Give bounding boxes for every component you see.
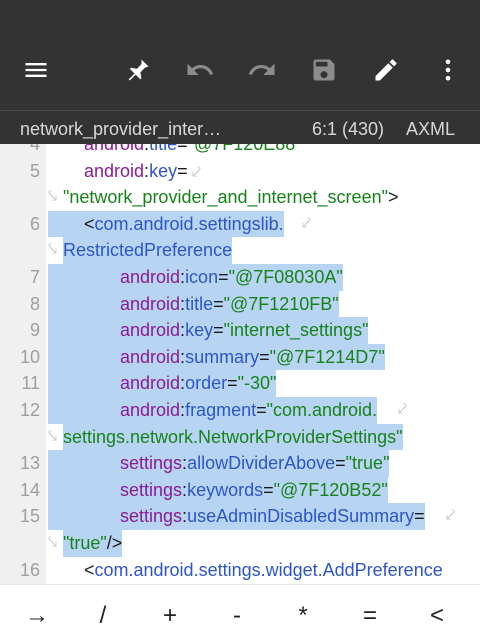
code-text: "network_provider_and_internet_screen"> [63,187,399,208]
cursor-position: 6:1 (430) [312,119,385,139]
code-line: 16 <com.android.settings.widget.AddPrefe… [0,557,480,584]
code-line: 10 android:summary="@7F1214D7" [0,343,480,371]
code-line: 14 settings:keywords="@7F120B52" [0,476,480,504]
code-text: android:icon="@7F08030A" [48,264,343,291]
redo-icon [248,63,275,75]
undo-icon [187,63,214,75]
code-text: android:title="@7F1210FB" [48,290,339,318]
line-number: 12 [19,400,40,420]
line-number: 8 [29,293,40,314]
code-line: 15 settings:useAdminDisabledSummary= ⤦ [0,503,480,530]
code-text: <com.android.settingslib. [48,210,284,238]
line-number: 10 [19,346,40,367]
code-text: android:key= ⤦ [84,160,202,181]
line-number: 15 [19,506,40,527]
key-slash[interactable]: / [73,599,133,633]
code-line-wrapped: ⤥ "network_provider_and_internet_screen"… [0,184,480,211]
code-text: android:summary="@7F1214D7" [48,343,385,371]
code-text: settings.network.NetworkProviderSettings… [63,423,403,451]
code-line: 11 android:order="-30" [0,370,480,397]
code-line: 4 android:title="@7F120E88" [0,144,480,158]
save-button[interactable] [304,50,344,90]
code-line-wrapped: ⤥ settings.network.NetworkProviderSettin… [0,423,480,451]
line-number: 11 [21,373,40,394]
key-less-than[interactable]: < [407,599,467,633]
key-minus[interactable]: - [207,599,267,633]
edit-button[interactable] [366,50,406,90]
code-text: android:order="-30" [48,370,277,397]
save-icon [313,59,335,81]
code-line: 9 android:key="internet_settings" [0,317,480,344]
edit-icon [375,59,397,81]
code-line: 13 settings:allowDividerAbove="true" [0,450,480,477]
code-text: android:fragment="com.android. [48,397,378,424]
line-number: 13 [19,453,40,474]
pin-button[interactable] [118,50,158,90]
code-line: 5 android:key= ⤦ [0,158,480,185]
code-text: android:title="@7F120E88" [84,144,302,154]
more-vert-icon [445,59,451,81]
more-options-button[interactable] [428,50,468,90]
wrap-start-icon: ⤦ [187,163,202,181]
code-editor[interactable]: 4 android:title="@7F120E88" 5 android:ke… [0,144,480,584]
syntax-mode[interactable]: AXML [406,119,455,140]
menu-icon [25,63,47,77]
wrap-continue-icon: ⤥ [48,188,58,206]
code-line: 6 <com.android.settingslib. ⤦ [0,210,480,238]
code-text: <com.android.settings.widget.AddPreferen… [84,559,443,580]
line-number: 16 [19,559,40,580]
menu-button[interactable] [16,50,56,90]
file-status-bar: network_provider_inter… 6:1 (430) AXML [0,110,480,144]
key-arrow[interactable]: → [7,599,67,633]
key-equals[interactable]: = [340,599,400,633]
code-line-wrapped: ⤥ RestrictedPreference [0,237,480,264]
line-number: 5 [29,160,40,181]
code-line: 8 android:title="@7F1210FB" [0,290,480,318]
code-text: "true"/> [63,530,123,557]
code-text: settings:useAdminDisabledSummary= [48,503,425,530]
key-plus[interactable]: + [140,599,200,633]
top-toolbar [0,0,480,110]
key-asterisk[interactable]: * [273,599,333,633]
file-name[interactable]: network_provider_inter… [20,119,221,140]
redo-button[interactable] [242,50,282,90]
code-text: settings:keywords="@7F120B52" [48,476,388,504]
wrap-start-icon: ⤦ [302,214,312,232]
wrap-continue-icon: ⤥ [48,427,58,445]
undo-button[interactable] [180,50,220,90]
line-number: 7 [29,267,40,287]
code-line: 12 android:fragment="com.android. ⤦ [0,397,480,424]
line-number: 6 [29,213,40,234]
line-number: 4 [29,144,40,154]
symbol-key-bar: → / + - * = < [0,584,480,640]
code-text: settings:allowDividerAbove="true" [48,450,390,477]
line-number: 9 [29,320,40,341]
line-number: 14 [19,479,40,500]
wrap-start-icon: ⤦ [398,401,408,418]
wrap-start-icon: ⤦ [446,507,456,525]
code-text: RestrictedPreference [63,237,233,264]
code-line: 7 android:icon="@7F08030A" [0,264,480,291]
code-line-wrapped: ⤥ "true"/> [0,530,480,557]
wrap-continue-icon: ⤥ [48,241,58,259]
code-text: android:key="internet_settings" [48,317,369,344]
pin-icon [128,59,149,81]
wrap-continue-icon: ⤥ [48,534,58,551]
